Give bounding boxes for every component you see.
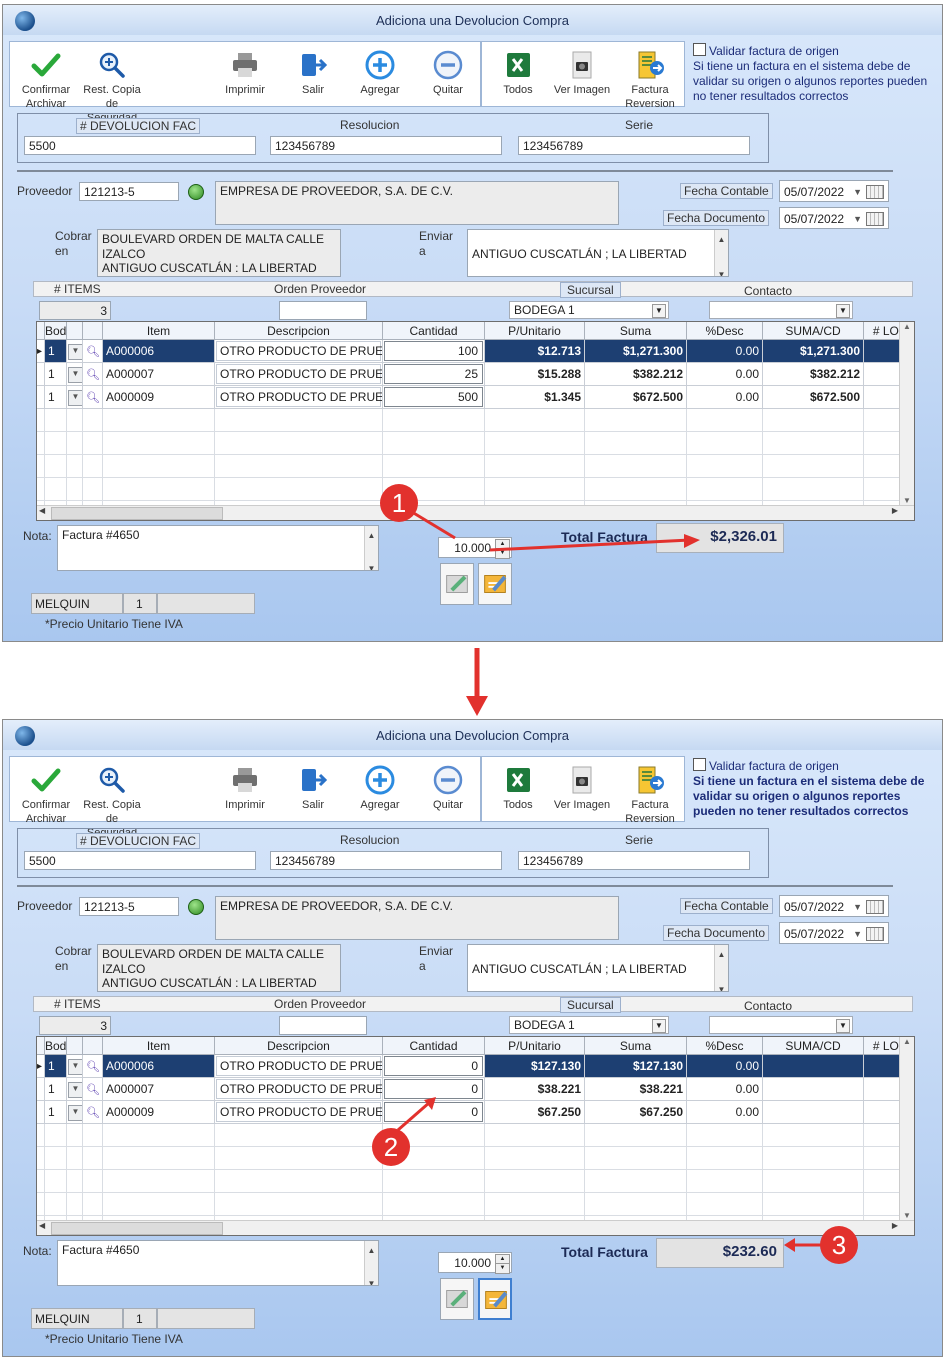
callout-1: 1 [380, 484, 418, 522]
annotation-arrows [397, 510, 822, 1252]
callout-3: 3 [820, 1226, 858, 1264]
callout-2: 2 [372, 1128, 410, 1166]
